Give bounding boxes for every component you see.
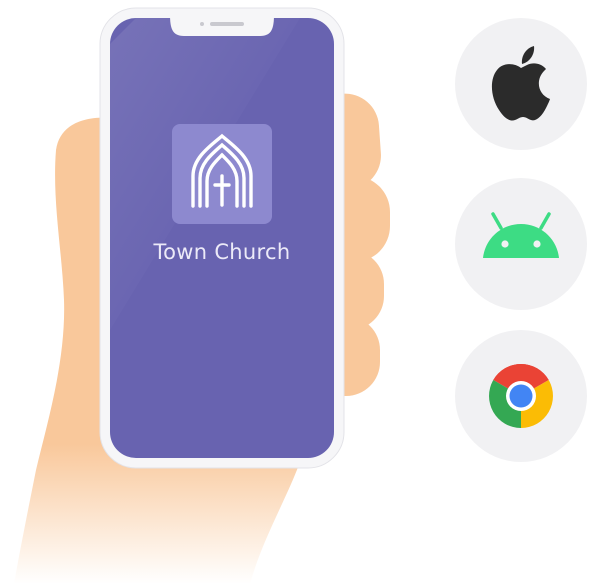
- chrome-platform-badge: [455, 330, 587, 462]
- front-camera: [200, 22, 204, 26]
- app-logo-tile: [172, 124, 272, 224]
- android-icon: [483, 212, 559, 258]
- apple-icon: [491, 46, 550, 121]
- speaker-grille: [210, 22, 244, 26]
- apple-platform-badge: [455, 18, 587, 150]
- app-name: Town Church: [153, 240, 291, 264]
- chrome-icon: [489, 364, 553, 428]
- android-platform-badge: [455, 178, 587, 310]
